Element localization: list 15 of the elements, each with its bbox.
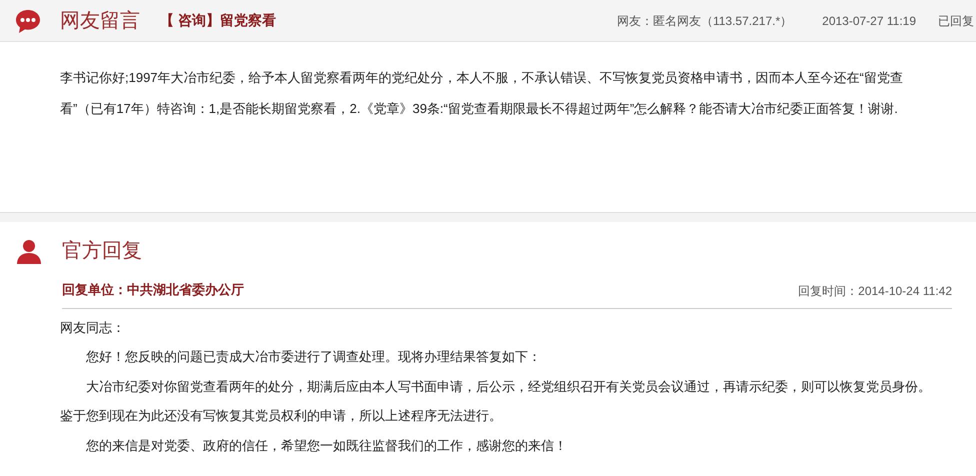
author-info: 网友：匿名网友（113.57.217.*） <box>616 12 792 30</box>
reply-paragraph: 网友同志： <box>60 318 126 336</box>
section-title: 官方回复 <box>62 239 142 264</box>
reply-unit: 回复单位：中共湖北省委办公厅 <box>62 281 244 299</box>
speech-bubble-icon <box>14 8 42 34</box>
message-text: 李书记你好;1997年大冶市纪委，给予本人留党察看两年的党纪处分，本人不服，不承认错误、不写恢复党员资格申请书，因而本人至今还在“留党查看”（已有17年）特咨询：1,是否能长期留党察看，2.《党章》39条:“留党查看期限最长不得超过两年”怎么解释？能否请大冶市纪委正面答复！谢谢. <box>60 69 904 118</box>
reply-paragraph: 您好！您反映的问题已责成大冶市委进行了调查处理。现将办理结果答复如下： <box>85 348 542 366</box>
message-subject: 【 咨询】留党察看 <box>160 11 276 30</box>
reply-paragraph: 大冶市纪委对你留党查看两年的处分，期满后应由本人写书面申请，后公示，经党组织召开有关党员会议通过，再请示纪委，则可以恢复党员身份。鉴于您到现在为此还没有写恢复其党员权利的申请，所以上述程序无法进行。 <box>60 378 932 425</box>
section-title: 网友留言 <box>60 8 140 34</box>
person-icon <box>16 238 42 264</box>
post-time: 2013-07-27 11:19 <box>822 12 916 30</box>
status-label: 已回复 <box>938 12 974 30</box>
reply-paragraph: 您的来信是对党委、政府的信任，希望您一如既往监督我们的工作，感谢您的来信！ <box>85 436 568 454</box>
reply-time: 回复时间：2014-10-24 11:42 <box>798 282 952 300</box>
